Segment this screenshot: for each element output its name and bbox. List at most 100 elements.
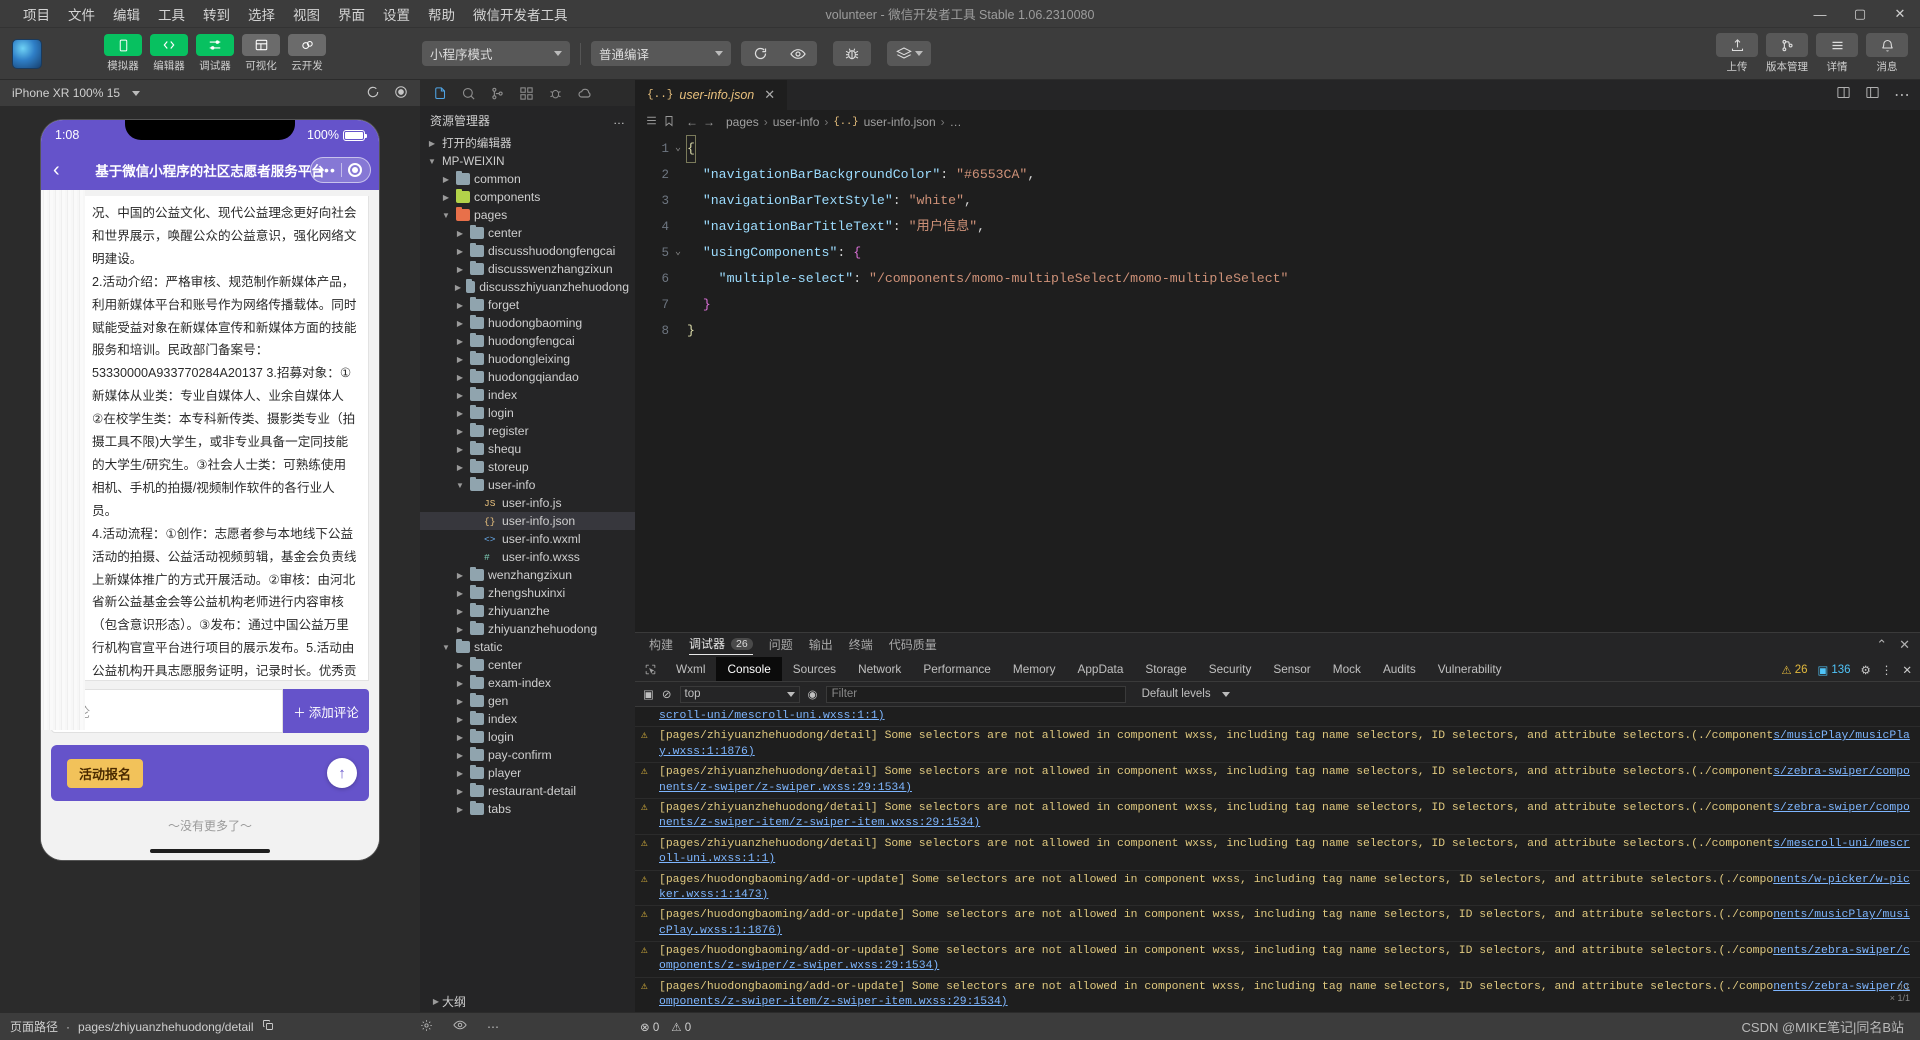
tree-item[interactable]: ▼ static — [420, 638, 635, 656]
tree-item[interactable]: ▼ pages — [420, 206, 635, 224]
outline-section[interactable]: ▶ 大纲 — [420, 990, 635, 1012]
maximize-button[interactable]: ▢ — [1840, 0, 1880, 28]
toolbar-action-详情[interactable]: 详情 — [1816, 33, 1858, 74]
devtools-tab-appdata[interactable]: AppData — [1066, 657, 1134, 681]
tree-item[interactable]: ▶ storeup — [420, 458, 635, 476]
explorer-more-icon[interactable]: … — [613, 113, 625, 127]
tree-item[interactable]: ▶ discusswenzhangzixun — [420, 260, 635, 278]
tree-item[interactable]: ▶ zhengshuxinxi — [420, 584, 635, 602]
devtools-tab-network[interactable]: Network — [847, 657, 912, 681]
devtools-tab-vulnerability[interactable]: Vulnerability — [1427, 657, 1513, 681]
breadcrumb-item[interactable]: pages — [726, 115, 759, 129]
tree-item[interactable]: ▶ wenzhangzixun — [420, 566, 635, 584]
console-message[interactable]: scroll-uni/mescroll-uni.wxss:1:1) — [635, 707, 1920, 728]
source-control-icon[interactable] — [484, 81, 511, 105]
route-value[interactable]: pages/zhiyuanzhehuodong/detail — [78, 1020, 253, 1034]
tree-item[interactable]: ▶ discusszhiyuanzhehuodong — [420, 278, 635, 296]
menu-item-6[interactable]: 视图 — [284, 1, 329, 27]
toolbar-action-上传[interactable]: 上传 — [1716, 33, 1758, 74]
debug-icon[interactable] — [542, 81, 569, 105]
tree-item[interactable]: ▶JSuser-info.js — [420, 494, 635, 512]
cloud-icon[interactable] — [571, 81, 598, 105]
menu-item-2[interactable]: 编辑 — [104, 1, 149, 27]
menu-item-9[interactable]: 帮助 — [419, 1, 464, 27]
breadcrumb-item[interactable]: user-info — [773, 115, 820, 129]
close-circle-icon[interactable] — [342, 163, 368, 177]
info-count[interactable]: ▣ 136 — [1817, 663, 1850, 677]
devtools-tab-mock[interactable]: Mock — [1322, 657, 1372, 681]
warning-count[interactable]: ⚠ 26 — [1781, 663, 1807, 677]
warning-count[interactable]: ⚠ 0 — [671, 1020, 691, 1034]
nav-forward-icon[interactable]: → — [703, 115, 715, 129]
panel-toggle-模拟器[interactable]: 模拟器 — [104, 34, 142, 73]
tree-item[interactable]: ▶ login — [420, 728, 635, 746]
tree-item[interactable]: ▶ tabs — [420, 800, 635, 818]
devtools-tab-sensor[interactable]: Sensor — [1262, 657, 1321, 681]
tree-item[interactable]: ▶ index — [420, 710, 635, 728]
devtools-tab-console[interactable]: Console — [716, 657, 782, 681]
breadcrumb-item[interactable]: user-info.json — [864, 115, 936, 129]
eye-icon[interactable] — [779, 41, 817, 66]
error-count[interactable]: ⊗ 0 — [640, 1020, 659, 1034]
tree-item[interactable]: ▶ shequ — [420, 440, 635, 458]
panel-toggle-调试器[interactable]: 调试器 — [196, 34, 234, 73]
console-message[interactable]: ⚠ [pages/huodongbaoming/add-or-update] So… — [635, 978, 1920, 1012]
more-actions-icon[interactable]: ⋯ — [1894, 85, 1910, 105]
tree-item[interactable]: ▶ index — [420, 386, 635, 404]
devtools-more-icon[interactable]: ⋮ — [1881, 663, 1893, 677]
bug-icon[interactable] — [833, 41, 871, 66]
tree-section-MP-WEIXIN[interactable]: ▼ MP-WEIXIN — [420, 152, 635, 170]
tree-item[interactable]: ▼ user-info — [420, 476, 635, 494]
layers-icon[interactable] — [887, 41, 931, 66]
record-icon[interactable] — [394, 85, 408, 102]
layout-icon[interactable] — [1865, 85, 1880, 105]
device-selector-label[interactable]: iPhone XR 100% 15 — [12, 86, 120, 100]
eye-icon[interactable]: ◉ — [808, 687, 818, 701]
close-icon[interactable]: ✕ — [764, 87, 775, 103]
split-editor-icon[interactable] — [1836, 85, 1851, 105]
tree-item[interactable]: ▶ huodongqiandao — [420, 368, 635, 386]
rotate-icon[interactable] — [366, 85, 380, 102]
files-icon[interactable] — [426, 81, 453, 105]
panel-toggle-编辑器[interactable]: 编辑器 — [150, 34, 188, 73]
tree-item[interactable]: ▶<>user-info.wxml — [420, 530, 635, 548]
execution-context-select[interactable]: top — [679, 685, 800, 703]
console-link[interactable]: scroll-uni/mescroll-uni.wxss:1:1) — [659, 710, 885, 722]
tree-item[interactable]: ▶{}user-info.json — [420, 512, 635, 530]
back-to-top-icon[interactable]: ↑ — [327, 758, 357, 788]
copy-icon[interactable] — [262, 1019, 274, 1034]
console-message[interactable]: ⚠ [pages/zhiyuanzhehuodong/detail] Some s… — [635, 763, 1920, 799]
console-filter-input[interactable]: Filter — [825, 685, 1126, 703]
tree-item[interactable]: ▶ center — [420, 656, 635, 674]
tree-item[interactable]: ▶ huodongleixing — [420, 350, 635, 368]
tree-item[interactable]: ▶ components — [420, 188, 635, 206]
tree-item[interactable]: ▶ zhiyuanzhe — [420, 602, 635, 620]
devtools-tab-security[interactable]: Security — [1198, 657, 1263, 681]
panel-tab-代码质量[interactable]: 代码质量 — [889, 636, 937, 655]
editor-tab-user-info-json[interactable]: {..} user-info.json ✕ — [635, 80, 789, 110]
eye-icon[interactable] — [453, 1018, 467, 1035]
log-levels-select[interactable]: Default levels — [1142, 688, 1230, 700]
tree-item[interactable]: ▶ pay-confirm — [420, 746, 635, 764]
clear-console-icon[interactable]: ⊘ — [662, 687, 672, 701]
panel-toggle-云开发[interactable]: 云开发 — [288, 34, 326, 73]
tree-item[interactable]: ▶ login — [420, 404, 635, 422]
devtools-tab-audits[interactable]: Audits — [1372, 657, 1427, 681]
console-output[interactable]: scroll-uni/mescroll-uni.wxss:1:1) ⚠ [pages… — [635, 707, 1920, 1012]
refresh-icon[interactable] — [741, 41, 779, 66]
tree-item[interactable]: ▶ restaurant-detail — [420, 782, 635, 800]
tree-item[interactable]: ▶#user-info.wxss — [420, 548, 635, 566]
settings-icon[interactable] — [420, 1019, 433, 1035]
console-message[interactable]: ⚠ [pages/huodongbaoming/add-or-update] So… — [635, 942, 1920, 978]
menu-item-10[interactable]: 微信开发者工具 — [464, 1, 577, 27]
fold-toggle-icon[interactable]: ⌄ — [669, 240, 687, 266]
devtools-tab-sources[interactable]: Sources — [782, 657, 847, 681]
console-message[interactable]: ⚠ [pages/zhiyuanzhehuodong/detail] Some s… — [635, 835, 1920, 871]
more-icon[interactable]: ⋯ — [487, 1020, 499, 1034]
search-icon[interactable] — [455, 81, 482, 105]
code-editor[interactable]: 1 ⌄{2 "navigationBarBackgroundColor": "#6… — [635, 134, 1920, 632]
console-message[interactable]: ⚠ [pages/huodongbaoming/add-or-update] So… — [635, 871, 1920, 907]
bookmark-icon[interactable] — [663, 115, 675, 130]
devtools-close-icon[interactable]: ✕ — [1902, 663, 1912, 677]
breadcrumb-item[interactable]: … — [950, 115, 962, 129]
